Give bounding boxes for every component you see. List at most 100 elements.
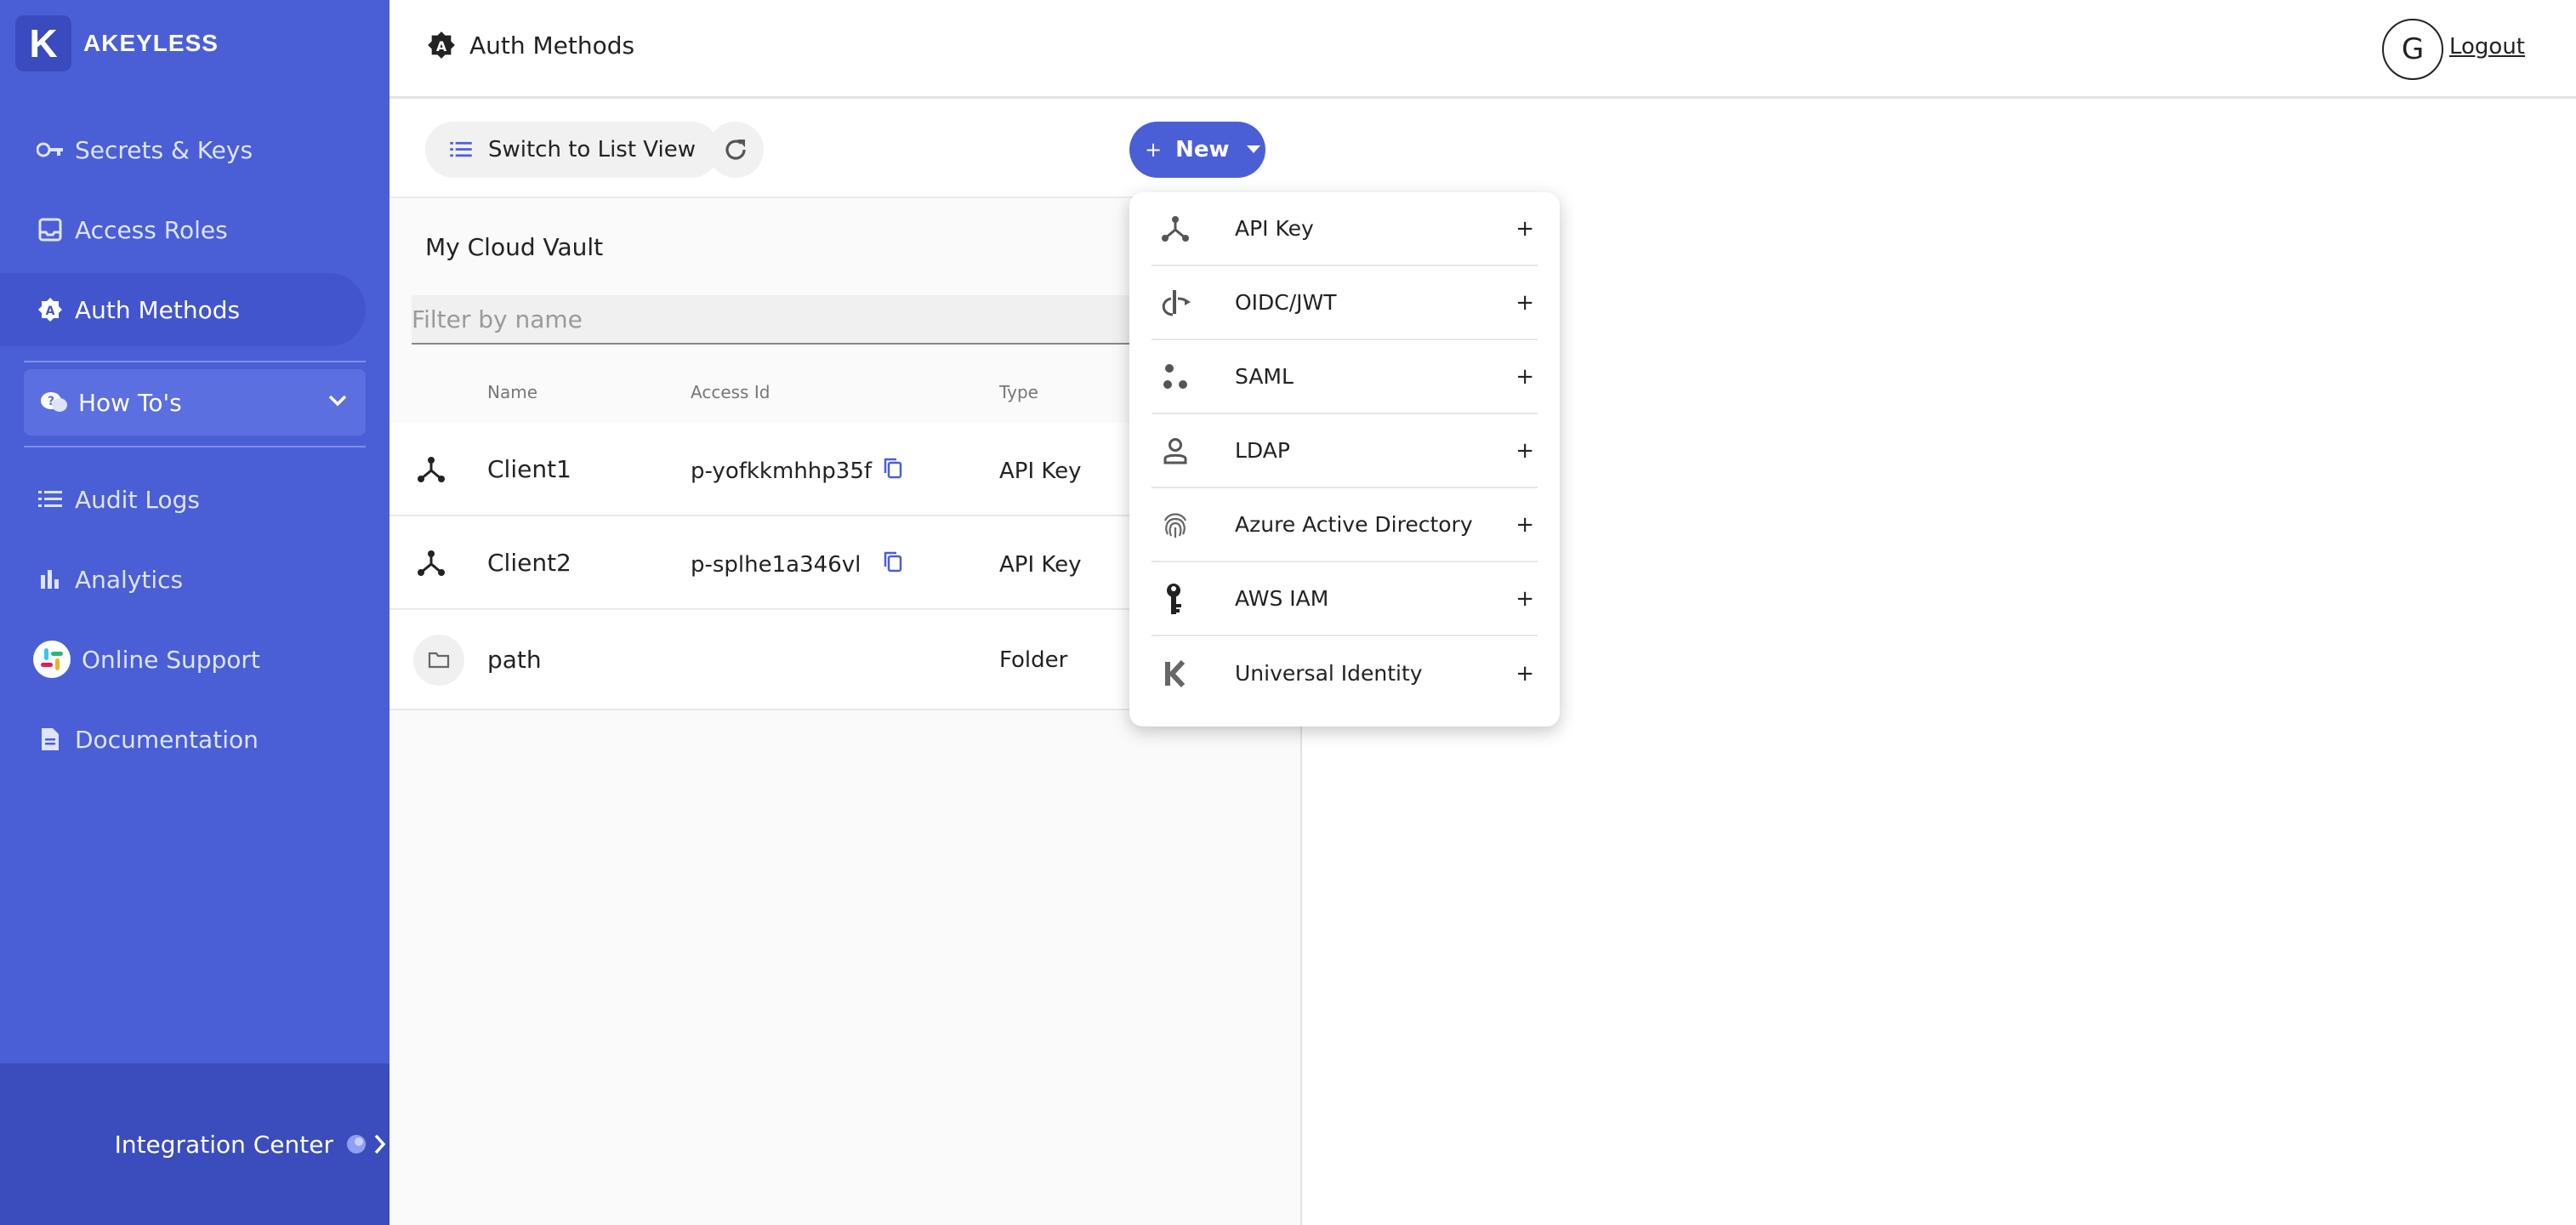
copy-icon[interactable] <box>883 457 903 485</box>
chat-question-icon: ? <box>39 388 68 417</box>
row-name: Client1 <box>487 455 571 483</box>
sidebar-item-how-tos[interactable]: ? How To's <box>24 369 366 436</box>
bar-chart-icon <box>36 565 65 594</box>
column-header-name[interactable]: Name <box>487 382 537 402</box>
menu-item-label: Universal Identity <box>1235 661 1423 686</box>
sidebar-item-label: Analytics <box>75 565 184 594</box>
row-access-id: p-yofkkmhhp35f <box>691 459 873 484</box>
sidebar-item-label: Documentation <box>75 725 259 754</box>
plus-icon[interactable]: + <box>1515 216 1534 242</box>
caret-down-icon[interactable] <box>1246 145 1260 154</box>
saml-icon <box>1158 360 1192 394</box>
column-header-type[interactable]: Type <box>999 382 1038 402</box>
switch-to-list-view-label: Switch to List View <box>488 137 697 162</box>
new-auth-method-menu: API Key + OIDC/JWT + SAML + LDAP + Azure… <box>1129 192 1560 726</box>
page-title-area: A Auth Methods <box>427 31 634 60</box>
avatar[interactable]: G <box>2382 19 2443 80</box>
row-type: API Key <box>999 459 1082 484</box>
page-title: Auth Methods <box>469 31 635 60</box>
inbox-icon <box>36 215 65 244</box>
menu-item-api-key[interactable]: API Key + <box>1152 192 1538 266</box>
sidebar-item-label: Auth Methods <box>75 295 241 324</box>
menu-item-label: API Key <box>1235 216 1314 241</box>
svg-text:A: A <box>46 305 55 318</box>
document-icon <box>36 725 65 754</box>
ldap-icon <box>1158 434 1192 468</box>
sidebar-item-online-support[interactable]: Online Support <box>0 623 366 696</box>
filter-input[interactable] <box>412 295 1228 345</box>
refresh-icon <box>722 136 749 163</box>
api-key-icon <box>417 455 446 490</box>
logo-text: AKEYLESS <box>83 30 219 56</box>
menu-item-label: Azure Active Directory <box>1235 512 1473 537</box>
logo-mark: K <box>15 15 71 71</box>
menu-item-label: OIDC/JWT <box>1235 290 1337 315</box>
auth-badge-icon: A <box>427 31 456 60</box>
sidebar-item-secrets-keys[interactable]: Secrets & Keys <box>0 113 366 186</box>
sidebar-item-label: Audit Logs <box>75 485 200 514</box>
new-button-label: New <box>1175 137 1230 162</box>
svg-text:A: A <box>436 38 447 54</box>
plus-icon[interactable]: + <box>1515 290 1534 316</box>
sidebar-item-access-roles[interactable]: Access Roles <box>0 193 366 266</box>
sidebar-divider <box>24 361 366 362</box>
universal-identity-icon <box>1158 657 1192 691</box>
logout-link[interactable]: Logout <box>2449 34 2525 60</box>
plus-icon[interactable]: + <box>1515 438 1534 464</box>
menu-item-universal-identity[interactable]: Universal Identity + <box>1152 636 1538 710</box>
sidebar-item-label: Access Roles <box>75 215 228 244</box>
top-header: A Auth Methods G Logout <box>390 0 2576 99</box>
integration-puzzle-icon <box>345 1133 367 1155</box>
sidebar-item-documentation[interactable]: Documentation <box>0 703 366 776</box>
menu-item-label: AWS IAM <box>1235 586 1329 611</box>
row-type: API Key <box>999 552 1082 578</box>
api-key-icon <box>417 549 446 584</box>
row-access-id: p-splhe1a346vl <box>691 552 862 578</box>
refresh-button[interactable] <box>708 122 764 178</box>
menu-item-label: SAML <box>1235 364 1294 389</box>
integration-center[interactable]: Integration Center <box>0 1063 400 1225</box>
aws-iam-icon <box>1158 582 1192 616</box>
svg-text:?: ? <box>48 395 54 408</box>
sidebar-item-auth-methods[interactable]: A Auth Methods <box>0 273 366 346</box>
slack-icon <box>32 640 71 679</box>
row-name: Client2 <box>487 549 571 577</box>
fingerprint-icon <box>1158 508 1192 542</box>
menu-item-saml[interactable]: SAML + <box>1152 340 1538 414</box>
new-button[interactable]: + New <box>1129 122 1265 178</box>
list-icon <box>36 485 65 514</box>
integration-center-label: Integration Center <box>114 1130 333 1159</box>
auth-badge-icon: A <box>36 295 65 324</box>
logo[interactable]: K AKEYLESS <box>15 15 219 71</box>
plus-icon[interactable]: + <box>1515 512 1534 538</box>
sidebar-item-label: Secrets & Keys <box>75 135 253 164</box>
sidebar-item-analytics[interactable]: Analytics <box>0 543 366 616</box>
sidebar-item-label: How To's <box>78 388 182 417</box>
menu-item-ldap[interactable]: LDAP + <box>1152 414 1538 488</box>
chevron-down-icon[interactable] <box>327 390 349 418</box>
sidebar: K AKEYLESS Secrets & Keys Access Roles A… <box>0 0 400 1225</box>
switch-to-list-view-button[interactable]: Switch to List View <box>425 122 720 178</box>
sidebar-divider <box>24 446 366 447</box>
sidebar-item-audit-logs[interactable]: Audit Logs <box>0 463 366 536</box>
menu-item-label: LDAP <box>1235 438 1290 463</box>
plus-icon[interactable]: + <box>1515 586 1534 612</box>
menu-item-aws-iam[interactable]: AWS IAM + <box>1152 562 1538 636</box>
chevron-right-icon[interactable] <box>372 1132 388 1156</box>
row-name: path <box>487 646 542 674</box>
panel-toolbar: Switch to List View + New <box>390 101 1302 198</box>
vault-title: My Cloud Vault <box>425 233 604 261</box>
folder-icon <box>413 635 464 686</box>
oidc-icon <box>1158 286 1192 320</box>
copy-icon[interactable] <box>883 550 903 578</box>
menu-item-oidc-jwt[interactable]: OIDC/JWT + <box>1152 266 1538 340</box>
plus-icon: + <box>1145 138 1163 162</box>
plus-icon[interactable]: + <box>1515 364 1534 390</box>
menu-item-azure-active-directory[interactable]: Azure Active Directory + <box>1152 488 1538 562</box>
sidebar-item-label: Online Support <box>82 645 260 674</box>
api-key-icon <box>1158 212 1192 246</box>
key-icon <box>36 135 65 164</box>
list-icon <box>449 141 473 158</box>
column-header-access-id[interactable]: Access Id <box>691 382 770 402</box>
plus-icon[interactable]: + <box>1515 661 1534 687</box>
